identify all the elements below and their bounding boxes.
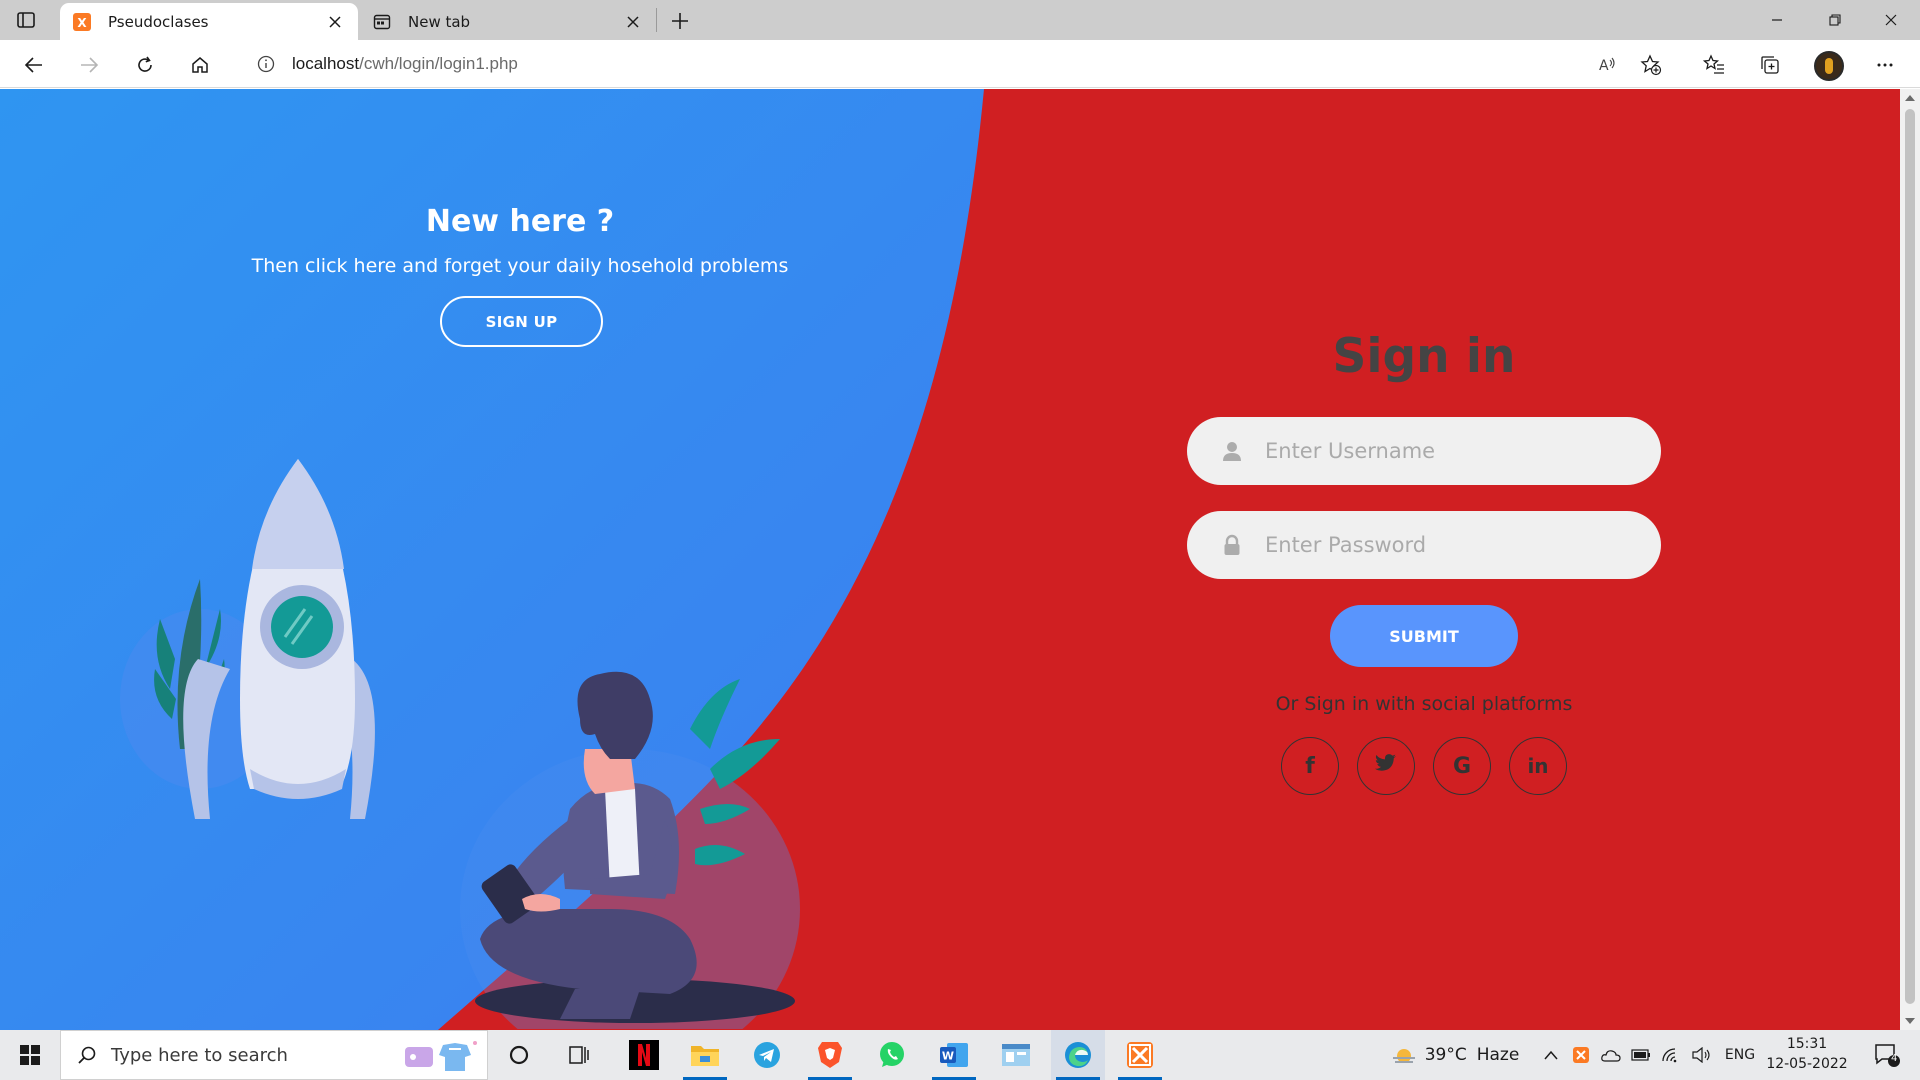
show-hidden-icons-icon[interactable] [1539,1030,1563,1080]
battery-icon[interactable] [1628,1030,1654,1080]
file-explorer-icon[interactable] [678,1030,732,1080]
rocket-illustration [120,459,375,819]
xampp-tray-icon[interactable] [1568,1030,1594,1080]
scroll-up-icon[interactable] [1905,95,1915,101]
new-here-description: Then click here and forget your daily ho… [251,255,789,277]
taskbar-search-box[interactable]: Type here to search [60,1030,488,1080]
tab-close-icon[interactable] [622,11,644,33]
address-bar[interactable]: localhost/cwh/login/login1.php [236,45,1652,83]
url-text: localhost/cwh/login/login1.php [292,54,518,73]
refresh-icon[interactable] [128,48,162,82]
lock-icon [1217,530,1247,560]
cortana-icon[interactable] [494,1030,544,1080]
sign-up-button[interactable]: SIGN UP [440,296,603,347]
new-here-heading: New here ? [425,204,615,239]
browser-toolbar: localhost/cwh/login/login1.php A [0,40,1920,88]
minimize-icon[interactable] [1748,0,1806,40]
add-favorite-icon[interactable] [1634,48,1668,82]
submit-button[interactable]: SUBMIT [1330,605,1518,667]
netflix-app-icon[interactable] [617,1030,671,1080]
tab-new-tab[interactable]: New tab [360,3,656,40]
edge-browser-icon[interactable] [1051,1030,1105,1080]
svg-text:X: X [77,16,87,30]
wifi-icon[interactable] [1658,1030,1684,1080]
social-signin-text: Or Sign in with social platforms [1275,693,1573,715]
whatsapp-icon[interactable] [865,1030,919,1080]
page-scrollbar[interactable] [1900,89,1920,1030]
tab-actions-icon[interactable] [14,8,38,32]
read-aloud-icon[interactable]: A [1590,48,1624,82]
search-highlight-icon [399,1037,479,1075]
forward-arrow-icon[interactable] [72,48,106,82]
tab-close-icon[interactable] [324,11,346,33]
facebook-icon: f [1305,753,1315,779]
windows-start-icon[interactable] [0,1030,60,1080]
clock-time: 15:31 [1786,1036,1828,1052]
tab-pseudoclases[interactable]: X Pseudoclases [60,3,358,40]
password-input[interactable] [1265,533,1625,557]
collections-icon[interactable] [1753,48,1787,82]
taskbar-clock[interactable]: 15:31 12-05-2022 [1762,1034,1852,1074]
username-input[interactable] [1265,439,1625,463]
more-options-icon[interactable] [1868,48,1902,82]
google-icon: G [1452,753,1472,779]
person-illustration [460,671,800,1029]
restore-icon[interactable] [1806,0,1864,40]
windows-taskbar: Type here to search W 39°C Haze ENG 15:3… [0,1030,1920,1080]
linkedin-button[interactable]: in [1509,737,1567,795]
notification-center-icon[interactable]: 4 [1862,1030,1912,1080]
favorites-icon[interactable] [1697,48,1731,82]
xampp-taskbar-icon[interactable] [1113,1030,1167,1080]
sign-in-title: Sign in [1332,329,1516,384]
tab-title: New tab [408,12,471,31]
telegram-icon[interactable] [740,1030,794,1080]
close-window-icon[interactable] [1862,0,1920,40]
site-info-icon[interactable] [254,52,278,76]
profile-avatar[interactable] [1814,51,1844,81]
browser-tab-bar: X Pseudoclases New tab [0,0,1920,40]
xampp-icon: X [72,12,92,32]
svg-text:A: A [1599,58,1609,74]
weather-condition: Haze [1476,1045,1520,1065]
taskbar-search-placeholder: Type here to search [111,1044,288,1066]
linkedin-icon: in [1527,754,1549,778]
password-field[interactable] [1187,511,1661,579]
onedrive-icon[interactable] [1598,1030,1624,1080]
volume-icon[interactable] [1688,1030,1714,1080]
svg-text:W: W [942,1050,954,1063]
home-icon[interactable] [183,48,217,82]
notification-count: 4 [1891,1053,1898,1064]
clock-date: 12-05-2022 [1766,1056,1848,1072]
word-icon[interactable]: W [927,1030,981,1080]
control-panel-icon[interactable] [989,1030,1043,1080]
scroll-down-icon[interactable] [1905,1018,1915,1024]
new-tab-page-icon [372,12,392,32]
new-tab-plus-icon[interactable] [666,7,694,35]
login-page: New here ? Then click here and forget yo… [0,89,1900,1030]
twitter-icon [1375,753,1397,779]
language-indicator[interactable]: ENG [1720,1030,1760,1080]
tab-separator [656,8,657,32]
weather-haze-icon [1391,1044,1417,1066]
tab-title: Pseudoclases [108,12,209,31]
scrollbar-thumb[interactable] [1905,109,1915,1004]
facebook-button[interactable]: f [1281,737,1339,795]
weather-widget[interactable]: 39°C Haze [1392,1030,1519,1080]
username-field[interactable] [1187,417,1661,485]
task-view-icon[interactable] [554,1030,604,1080]
brave-browser-icon[interactable] [803,1030,857,1080]
weather-temp: 39°C [1424,1045,1467,1065]
search-icon [77,1045,97,1065]
language-label: ENG [1724,1047,1756,1063]
twitter-button[interactable] [1357,737,1415,795]
google-button[interactable]: G [1433,737,1491,795]
user-icon [1217,436,1247,466]
back-arrow-icon[interactable] [17,48,51,82]
